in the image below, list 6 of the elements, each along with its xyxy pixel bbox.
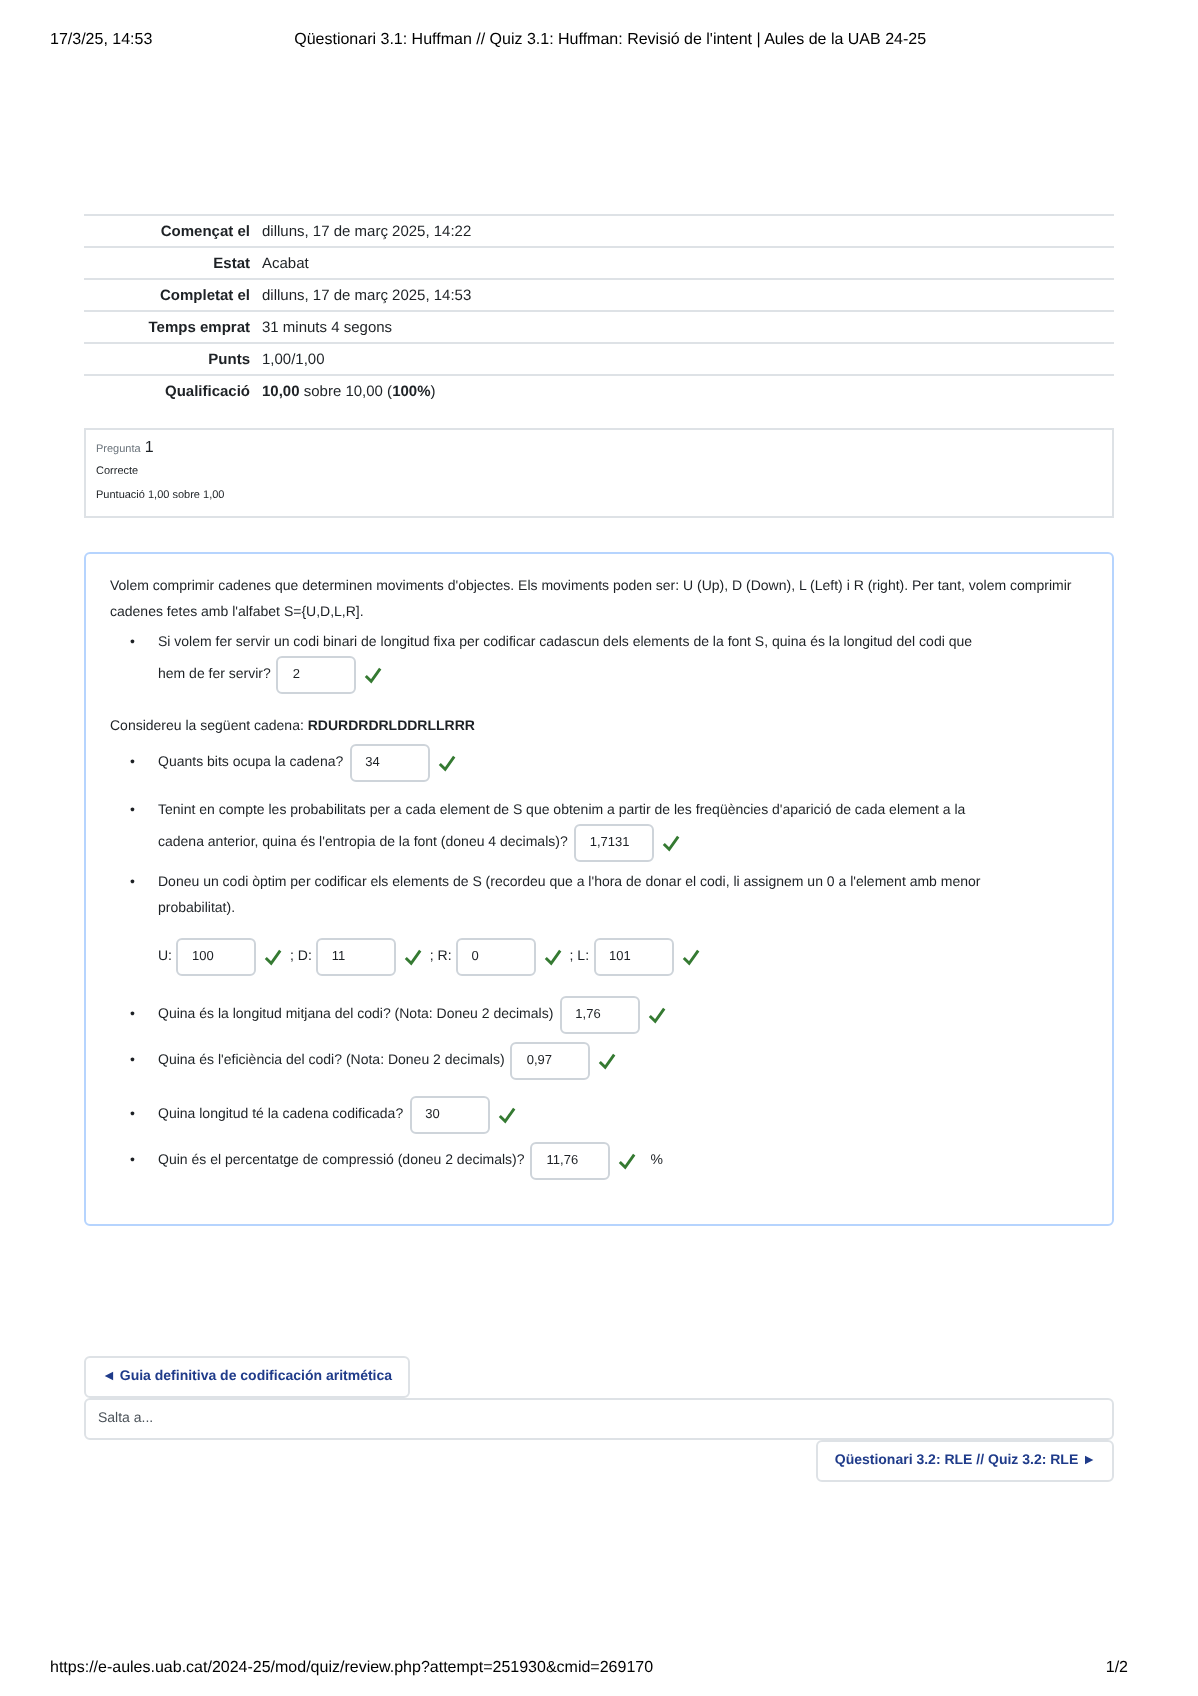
print-date: 17/3/25, 14:53	[50, 30, 153, 52]
question-panel[interactable]	[84, 552, 1114, 1226]
question-number: 1	[144, 438, 154, 456]
page-number: 1/2	[1105, 1658, 1128, 1676]
page-url: https://e-aules.uab.cat/2024-25/mod/quiz/review.php?attempt=251930&cmid=269170	[50, 1658, 654, 1676]
page-title: Qüestionari 3.1: Huffman // Quiz 3.1: Huffman: Revisió de l'intent | Aules de la UAB 24-25	[292, 30, 929, 52]
